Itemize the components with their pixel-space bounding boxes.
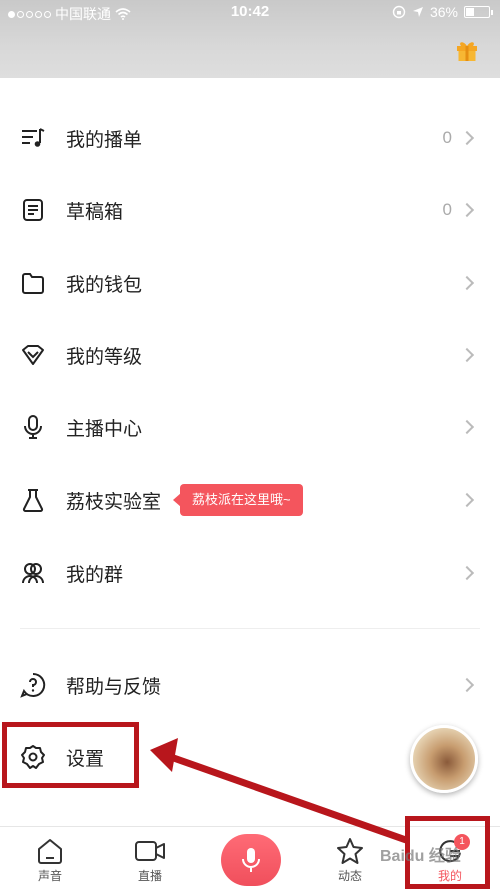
tab-label: 声音 <box>37 869 62 883</box>
tab-sound[interactable]: 声音 <box>15 827 85 889</box>
divider <box>20 628 480 629</box>
menu-item-group[interactable]: 我的群 <box>0 537 500 609</box>
help-icon <box>20 672 46 698</box>
chevron-right-icon <box>459 275 475 291</box>
chevron-right-icon <box>459 347 475 363</box>
profile-header: 中国联通 10:42 36% <box>0 0 500 78</box>
menu-label: 帮助与反馈 <box>66 676 162 698</box>
tab-live[interactable]: 直播 <box>115 827 185 889</box>
record-button[interactable] <box>221 834 281 886</box>
home-icon <box>38 839 62 864</box>
watermark: Baidu 经验 <box>380 848 461 865</box>
menu-item-level[interactable]: 我的等级 <box>0 319 500 391</box>
level-icon <box>22 345 44 365</box>
star-icon <box>337 838 363 864</box>
menu-label: 我的钱包 <box>66 274 143 296</box>
annotation-box-settings <box>2 722 139 788</box>
menu-item-help[interactable]: 帮助与反馈 <box>0 649 500 721</box>
playlist-icon <box>22 128 45 147</box>
chevron-right-icon <box>459 419 475 435</box>
rotation-lock-icon <box>392 5 406 19</box>
now-playing-avatar[interactable] <box>410 725 478 793</box>
menu-label: 我的等级 <box>66 346 143 368</box>
menu-label: 草稿箱 <box>66 201 124 223</box>
menu-label: 我的播单 <box>66 129 143 151</box>
location-icon <box>412 7 423 17</box>
menu-item-wallet[interactable]: 我的钱包 <box>0 247 500 319</box>
flask-icon <box>22 489 44 512</box>
battery-icon <box>464 6 493 18</box>
group-icon <box>22 563 44 584</box>
wallet-icon <box>22 273 44 294</box>
chevron-right-icon <box>459 130 475 146</box>
tab-label: 直播 <box>137 869 162 883</box>
chevron-right-icon <box>459 492 475 508</box>
tab-feed[interactable]: 动态 <box>315 827 385 889</box>
menu-label: 荔枝实验室 <box>66 491 162 513</box>
tab-label: 动态 <box>337 869 362 883</box>
chevron-right-icon <box>459 202 475 218</box>
chevron-right-icon <box>459 677 475 693</box>
microphone-icon <box>24 415 42 439</box>
video-icon <box>135 841 165 861</box>
menu-item-playlist[interactable]: 我的播单 0 <box>0 102 500 174</box>
mic-icon <box>242 848 260 872</box>
menu-label: 主播中心 <box>66 418 143 440</box>
menu-count: 0 <box>442 200 452 219</box>
menu-item-drafts[interactable]: 草稿箱 0 <box>0 174 500 246</box>
battery-percent: 36% <box>429 4 458 20</box>
menu-item-anchor-center[interactable]: 主播中心 <box>0 391 500 463</box>
status-bar: 中国联通 10:42 36% <box>0 0 500 26</box>
menu-count: 0 <box>442 128 452 147</box>
draft-icon <box>23 199 43 221</box>
menu-label: 我的群 <box>66 564 124 586</box>
lab-tooltip[interactable]: 荔枝派在这里哦~ <box>173 484 303 516</box>
gift-icon[interactable] <box>455 38 479 62</box>
chevron-right-icon <box>459 565 475 581</box>
